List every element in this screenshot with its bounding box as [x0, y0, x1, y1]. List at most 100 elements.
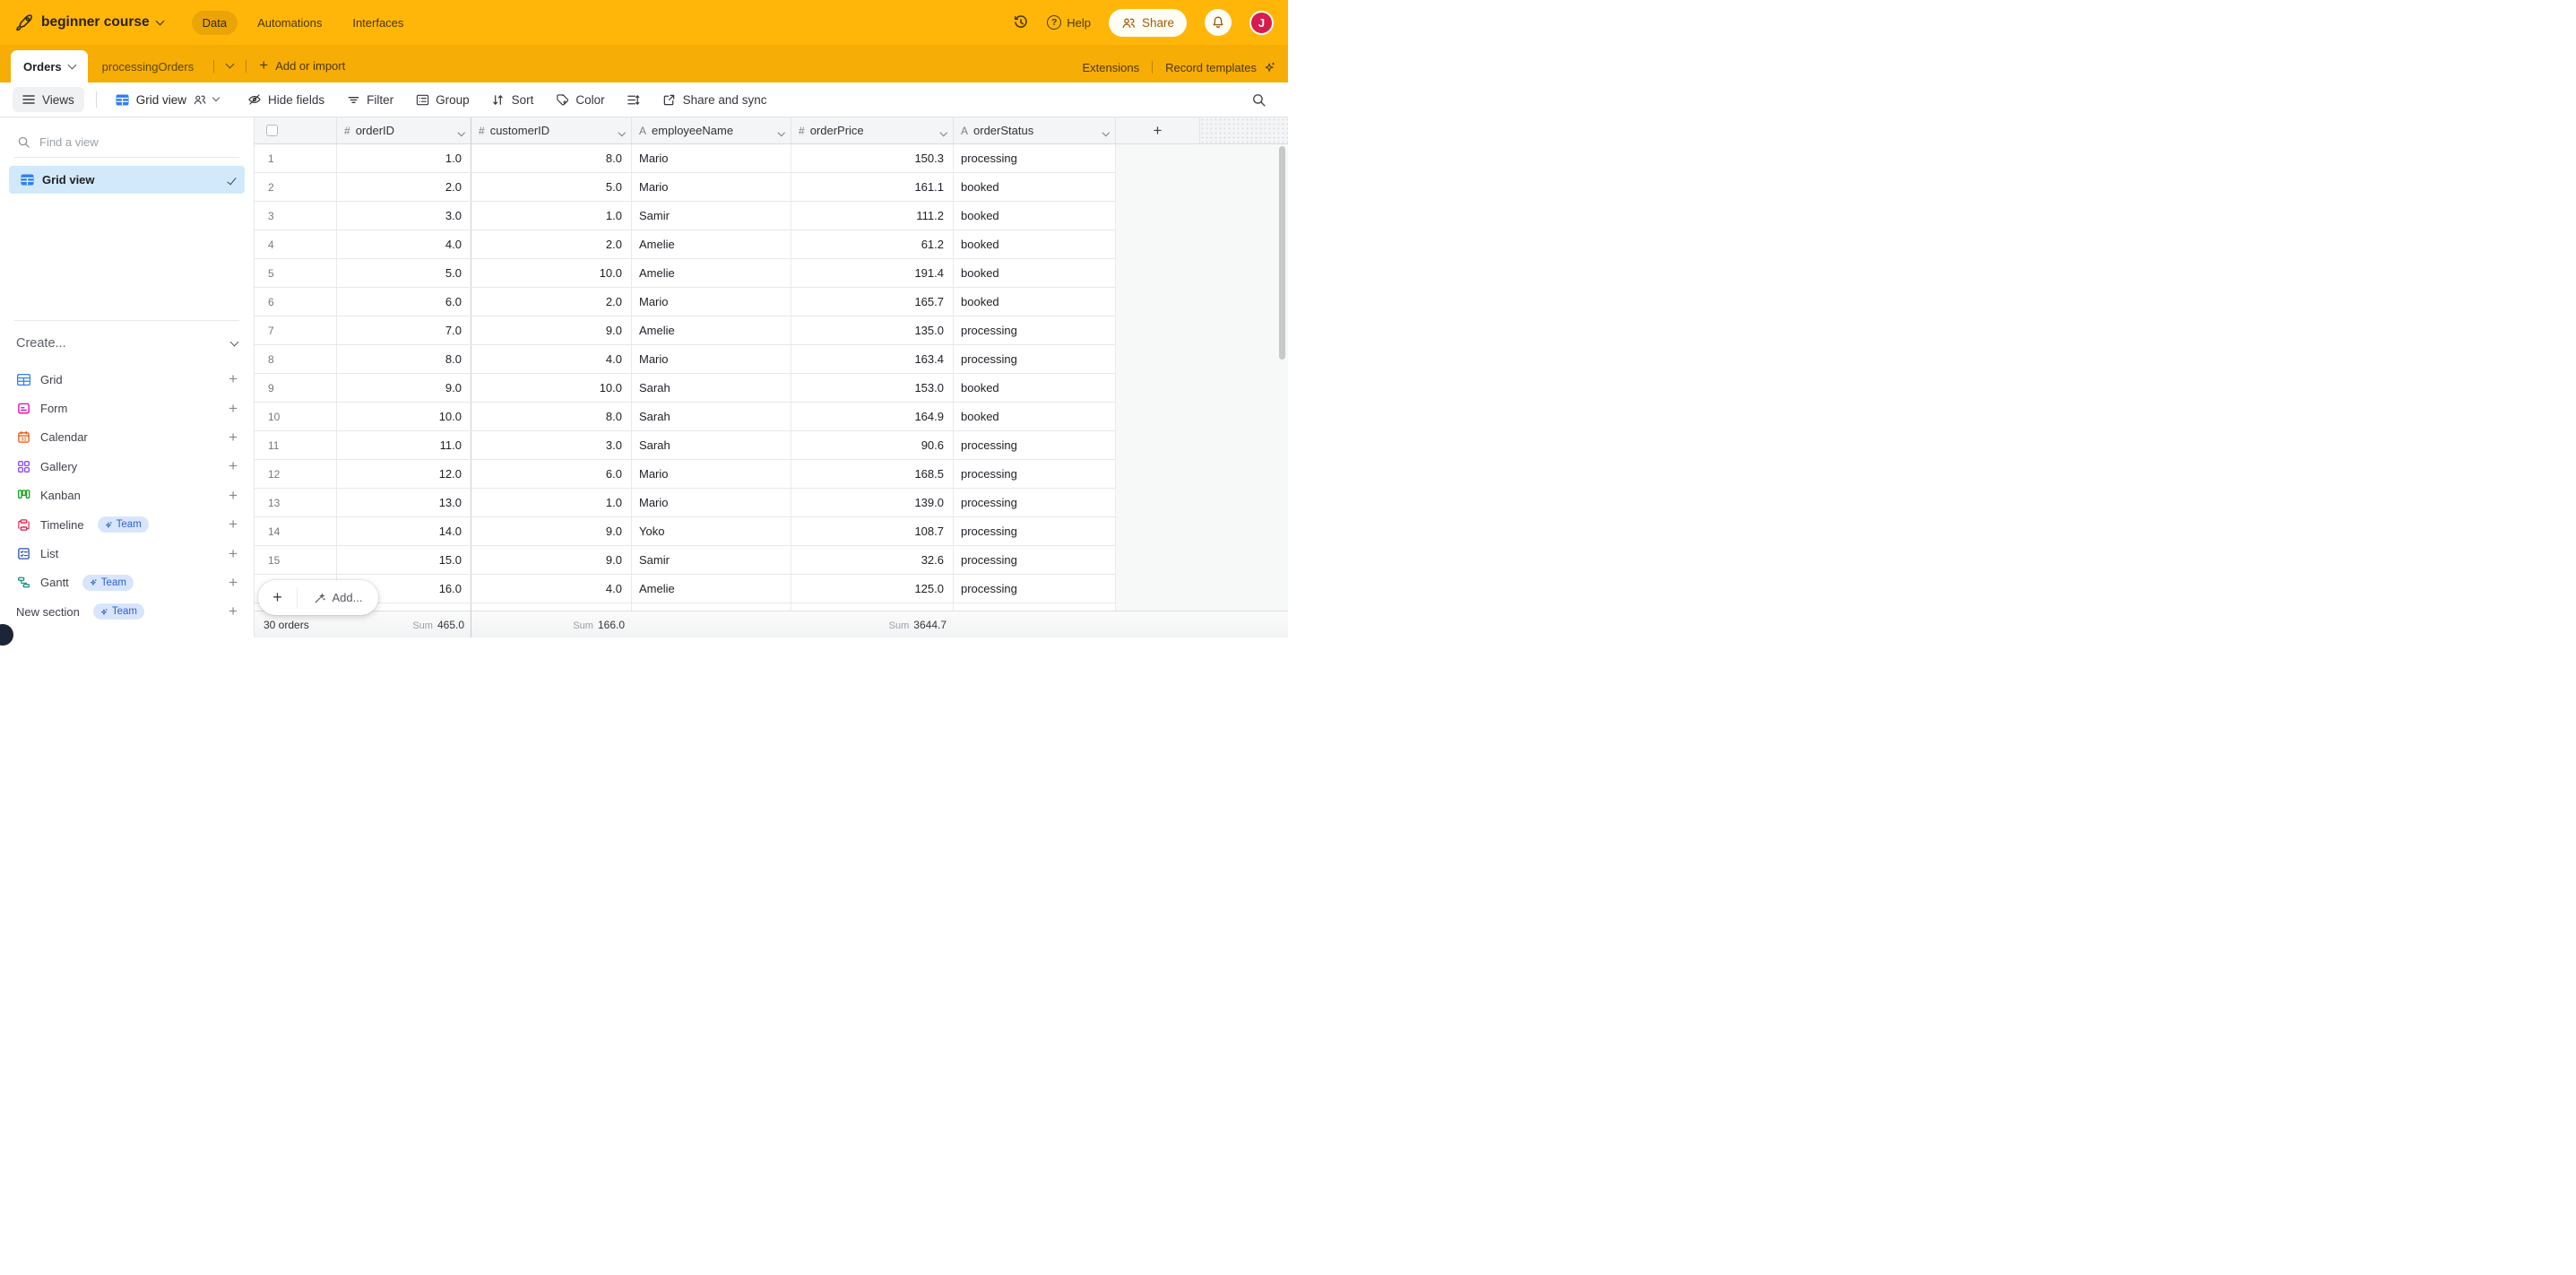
nav-tab-automations[interactable]: Automations	[246, 11, 333, 35]
cell-orderPrice[interactable]: 135.0	[791, 317, 954, 344]
cell-orderStatus[interactable]: booked	[954, 403, 1116, 430]
cell-customerID[interactable]: 5.0	[471, 173, 632, 201]
cell-orderID[interactable]: 10.0	[337, 403, 471, 430]
cell-customerID[interactable]	[471, 603, 632, 611]
row-number[interactable]: 7	[255, 317, 337, 344]
cell-customerID[interactable]: 3.0	[471, 431, 632, 459]
vertical-scrollbar[interactable]	[1279, 146, 1285, 360]
cell-orderID[interactable]: 7.0	[337, 317, 471, 344]
cell-customerID[interactable]: 9.0	[471, 317, 632, 344]
select-all-checkbox[interactable]	[266, 125, 278, 136]
extensions-button[interactable]: Extensions	[1083, 61, 1140, 74]
cell-orderStatus[interactable]: processing	[954, 144, 1116, 172]
cell-customerID[interactable]: 1.0	[471, 489, 632, 516]
add-view-icon[interactable]: +	[229, 545, 238, 563]
row-number[interactable]: 2	[255, 173, 337, 201]
cell-orderID[interactable]: 14.0	[337, 517, 471, 545]
cell-employeeName[interactable]: Samir	[632, 546, 791, 574]
cell-orderID[interactable]: 5.0	[337, 259, 471, 287]
add-field-button[interactable]: +	[1116, 117, 1200, 144]
cell-orderPrice[interactable]: 61.2	[791, 230, 954, 258]
share-and-sync-button[interactable]: Share and sync	[662, 92, 767, 107]
add-record-button[interactable]: +	[258, 587, 298, 608]
history-icon[interactable]	[1013, 14, 1029, 30]
cell-orderID[interactable]: 4.0	[337, 230, 471, 258]
cell-orderStatus[interactable]: processing	[954, 575, 1116, 603]
cell-orderPrice[interactable]: 165.7	[791, 288, 954, 316]
add-view-icon[interactable]: +	[229, 574, 238, 592]
column-header-orderPrice[interactable]: # orderPrice	[791, 117, 954, 143]
create-item-timeline[interactable]: Timeline Team +	[0, 510, 254, 539]
cell-orderStatus[interactable]: processing	[954, 345, 1116, 373]
row-number[interactable]: 4	[255, 230, 337, 258]
cell-orderID[interactable]: 6.0	[337, 288, 471, 316]
cell-customerID[interactable]: 10.0	[471, 374, 632, 402]
cell-employeeName[interactable]: Mario	[632, 345, 791, 373]
cell-employeeName[interactable]: Amelie	[632, 317, 791, 344]
create-item-gallery[interactable]: Gallery +	[0, 452, 254, 481]
add-view-icon[interactable]: +	[229, 429, 238, 447]
row-height-button[interactable]	[627, 92, 641, 107]
add-or-import-button[interactable]: + Add or import	[259, 56, 345, 74]
cell-customerID[interactable]: 1.0	[471, 202, 632, 230]
create-item-form[interactable]: Form +	[0, 394, 254, 422]
cell-employeeName[interactable]: Samir	[632, 202, 791, 230]
table-list-chevron-icon[interactable]	[227, 56, 233, 70]
cell-orderPrice[interactable]: 111.2	[791, 202, 954, 230]
cell-customerID[interactable]: 8.0	[471, 144, 632, 172]
cell-orderPrice[interactable]: 161.1	[791, 173, 954, 201]
avatar[interactable]: J	[1249, 11, 1274, 35]
header-select-all[interactable]	[255, 117, 337, 143]
create-item-new-section[interactable]: New section Team +	[0, 597, 254, 626]
cell-orderID[interactable]: 11.0	[337, 431, 471, 459]
row-number[interactable]: 5	[255, 259, 337, 287]
cell-customerID[interactable]: 10.0	[471, 259, 632, 287]
row-number[interactable]: 8	[255, 345, 337, 373]
row-number[interactable]: 3	[255, 202, 337, 230]
cell-orderStatus[interactable]: processing	[954, 317, 1116, 344]
cell-orderID[interactable]: 8.0	[337, 345, 471, 373]
tab-orders[interactable]: Orders	[11, 50, 88, 82]
cell-employeeName[interactable]: Mario	[632, 173, 791, 201]
cell-orderPrice[interactable]: 139.0	[791, 489, 954, 516]
row-number[interactable]: 12	[255, 460, 337, 488]
cell-orderPrice[interactable]: 191.4	[791, 259, 954, 287]
column-header-customerID[interactable]: # customerID	[471, 117, 632, 143]
create-item-calendar[interactable]: 31 Calendar +	[0, 423, 254, 452]
cell-customerID[interactable]: 4.0	[471, 345, 632, 373]
add-view-icon[interactable]: +	[229, 457, 238, 475]
cell-orderPrice[interactable]: 150.3	[791, 144, 954, 172]
views-button[interactable]: Views	[13, 87, 84, 112]
add-with-ai-button[interactable]: Add...	[298, 591, 378, 604]
nav-tab-interfaces[interactable]: Interfaces	[341, 11, 414, 35]
cell-orderStatus[interactable]: booked	[954, 259, 1116, 287]
row-number[interactable]: 6	[255, 288, 337, 316]
row-number[interactable]: 1	[255, 144, 337, 172]
create-item-kanban[interactable]: Kanban +	[0, 481, 254, 510]
notifications-button[interactable]	[1205, 9, 1232, 36]
cell-orderStatus[interactable]: processing	[954, 517, 1116, 545]
sum-orderID[interactable]: Sum465.0	[412, 619, 464, 631]
cell-employeeName[interactable]: Sarah	[632, 403, 791, 430]
tab-processing-orders[interactable]: processingOrders	[88, 50, 209, 82]
cell-orderID[interactable]: 1.0	[337, 144, 471, 172]
cell-employeeName[interactable]: Amelie	[632, 575, 791, 603]
cell-orderPrice[interactable]: 108.7	[791, 517, 954, 545]
create-item-grid[interactable]: Grid +	[0, 365, 254, 394]
cell-orderStatus[interactable]: processing	[954, 431, 1116, 459]
create-item-list[interactable]: List +	[0, 539, 254, 568]
cell-orderStatus[interactable]: booked	[954, 374, 1116, 402]
create-section-header[interactable]: Create...	[16, 333, 238, 354]
cell-orderStatus[interactable]: processing	[954, 460, 1116, 488]
color-button[interactable]: Color	[555, 92, 604, 107]
corner-widget[interactable]	[0, 624, 13, 646]
cell-orderPrice[interactable]: 90.6	[791, 431, 954, 459]
row-number[interactable]: 14	[255, 517, 337, 545]
group-button[interactable]: Group	[415, 92, 470, 107]
help-button[interactable]: ? Help	[1047, 15, 1091, 30]
cell-customerID[interactable]: 9.0	[471, 546, 632, 574]
cell-orderPrice[interactable]: 164.9	[791, 403, 954, 430]
add-view-icon[interactable]: +	[229, 487, 238, 505]
cell-orderPrice[interactable]: 168.5	[791, 460, 954, 488]
cell-orderStatus[interactable]: booked	[954, 202, 1116, 230]
